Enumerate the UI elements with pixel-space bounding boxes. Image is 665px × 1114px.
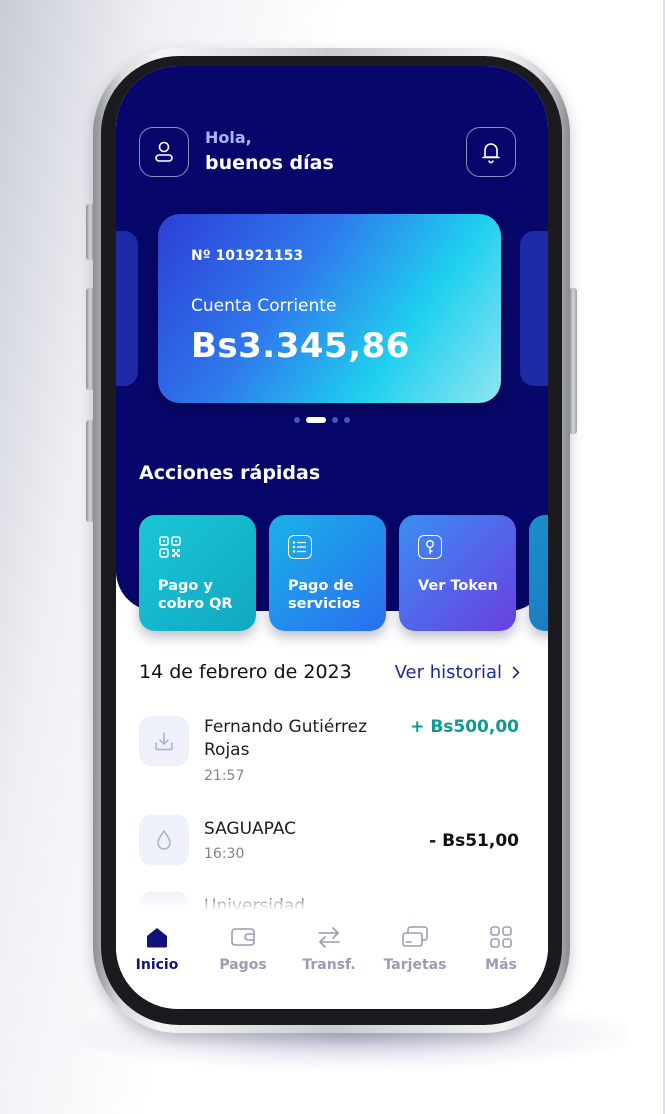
quick-action-more[interactable] xyxy=(529,515,548,631)
grid-icon xyxy=(490,926,512,948)
quick-action-services[interactable]: Pago de servicios xyxy=(269,515,386,631)
previous-account-card[interactable] xyxy=(116,231,138,386)
transaction-amount: - Bs51,00 xyxy=(429,831,519,851)
account-balance: Bs3.345,86 xyxy=(191,326,410,366)
nav-item-mas[interactable]: Más xyxy=(466,925,536,973)
carousel-dot-active[interactable] xyxy=(306,417,326,423)
view-history-label: Ver historial xyxy=(394,662,502,683)
transaction-time: 16:30 xyxy=(204,846,245,862)
quick-action-token-label: Ver Token xyxy=(418,578,498,594)
notifications-button[interactable] xyxy=(466,127,516,177)
quick-actions-title: Acciones rápidas xyxy=(139,462,321,484)
nav-item-label: Pagos xyxy=(219,957,267,973)
nav-item-tarjetas[interactable]: Tarjetas xyxy=(380,925,450,973)
bottom-navigation: Inicio Pagos Transf. Tarjetas Más xyxy=(116,909,548,1009)
home-icon xyxy=(147,928,167,948)
view-history-link[interactable]: Ver historial xyxy=(395,662,520,683)
key-icon xyxy=(418,535,442,559)
account-card[interactable]: Nº 101921153 Cuenta Corriente Bs3.345,86 xyxy=(158,214,501,403)
nav-item-label: Tarjetas xyxy=(383,957,447,973)
nav-item-pagos[interactable]: Pagos xyxy=(208,925,278,973)
quick-action-token[interactable]: Ver Token xyxy=(399,515,516,631)
power-button xyxy=(569,288,577,434)
carousel-dot[interactable] xyxy=(344,417,350,423)
carousel-dot[interactable] xyxy=(294,417,300,423)
nav-item-label: Transf. xyxy=(302,957,356,973)
transfer-icon xyxy=(318,927,340,948)
cards-icon xyxy=(402,926,428,947)
bell-icon xyxy=(482,143,500,164)
user-icon xyxy=(155,141,173,162)
nav-item-transferencias[interactable]: Transf. xyxy=(294,925,364,973)
transaction-amount: + Bs500,00 xyxy=(410,717,519,737)
wallet-icon xyxy=(231,928,255,946)
transaction-name: Fernando Gutiérrez Rojas xyxy=(204,717,368,760)
download-icon xyxy=(139,716,189,766)
nav-item-label: Inicio xyxy=(135,957,179,973)
chevron-right-icon xyxy=(512,666,520,679)
carousel-indicator xyxy=(294,416,350,424)
greeting-time-of-day: buenos días xyxy=(205,152,334,174)
transaction-name: SAGUAPAC xyxy=(204,819,297,839)
account-number: Nº 101921153 xyxy=(191,248,304,264)
next-account-card[interactable] xyxy=(520,231,548,386)
app-screen: Hola, buenos días Nº 101921153 Cuenta Co… xyxy=(116,66,548,1009)
greeting-hello: Hola, xyxy=(205,128,252,147)
list-icon xyxy=(288,535,312,559)
quick-action-qr-label: Pago y cobro QR xyxy=(158,578,233,612)
account-type: Cuenta Corriente xyxy=(191,296,337,316)
transaction-time: 21:57 xyxy=(204,768,245,784)
nav-item-label: Más xyxy=(485,957,517,973)
nav-item-inicio[interactable]: Inicio xyxy=(122,925,192,973)
qr-code-icon xyxy=(158,535,182,559)
carousel-dot[interactable] xyxy=(332,417,338,423)
transactions-date: 14 de febrero de 2023 xyxy=(139,661,352,683)
quick-action-services-label: Pago de servicios xyxy=(288,578,361,612)
profile-button[interactable] xyxy=(139,127,189,177)
quick-action-qr[interactable]: Pago y cobro QR xyxy=(139,515,256,631)
water-drop-icon xyxy=(139,815,189,865)
